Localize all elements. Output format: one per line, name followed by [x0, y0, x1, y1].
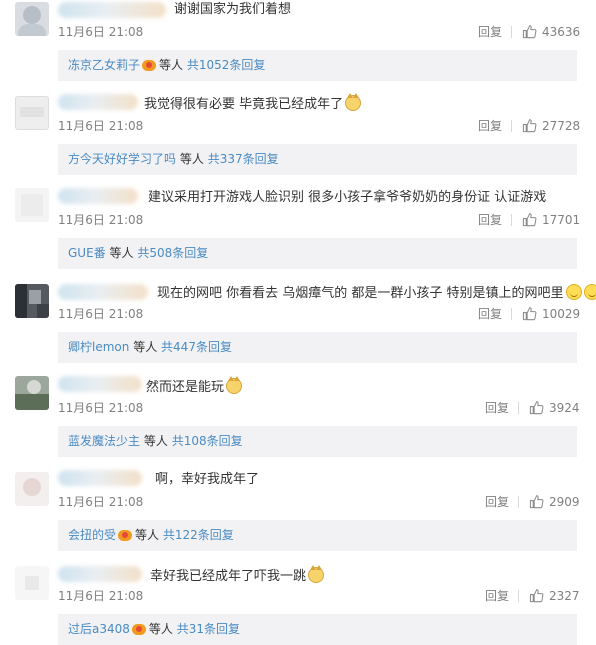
- sub-replies-bar[interactable]: 卿柠lemon 等人 共447条回复: [58, 332, 577, 363]
- comment-text: 谢谢国家为我们着想: [174, 2, 292, 17]
- others-label: 等人: [143, 434, 168, 448]
- sub-reply-user[interactable]: 会扭的受: [68, 528, 116, 542]
- username-blurred[interactable]: [58, 376, 142, 392]
- avatar[interactable]: [15, 376, 49, 410]
- sub-replies-bar[interactable]: 方今天好好学习了吗 等人 共337条回复: [58, 144, 577, 175]
- thumbs-up-icon[interactable]: [522, 212, 537, 227]
- sub-reply-user[interactable]: 方今天好好学习了吗: [68, 152, 176, 166]
- sub-replies-bar[interactable]: 过后a3408 等人 共31条回复: [58, 614, 577, 645]
- cat-face-icon: [308, 565, 325, 583]
- comment-item: 啊，幸好我成年了 11月6日 21:08 回复 2909 会扭的受 等人 共122…: [0, 470, 596, 564]
- comment-item: 谢谢国家为我们着想 11月6日 21:08 回复 43636 冻京乙女莉子 等人 …: [0, 0, 596, 94]
- like-count: 17701: [542, 213, 581, 227]
- reply-button[interactable]: 回复: [478, 25, 502, 39]
- thumbs-up-icon[interactable]: [522, 306, 537, 321]
- avatar[interactable]: [15, 2, 49, 36]
- sub-reply-user[interactable]: 卿柠lemon: [68, 340, 129, 354]
- comment-time: 11月6日 21:08: [58, 495, 144, 509]
- comment-time: 11月6日 21:08: [58, 589, 144, 603]
- sub-replies-bar[interactable]: 蓝发魔法少主 等人 共108条回复: [58, 426, 577, 457]
- cat-face-icon: [226, 376, 243, 394]
- sub-reply-total[interactable]: 共108条回复: [172, 434, 243, 448]
- username-blurred[interactable]: [58, 566, 142, 582]
- others-label: 等人: [179, 152, 204, 166]
- like-count: 10029: [542, 307, 581, 321]
- avatar[interactable]: [15, 96, 49, 130]
- comment-item: 我觉得很有必要 毕竟我已经成年了 11月6日 21:08 回复 27728 方今…: [0, 93, 596, 188]
- reply-button[interactable]: 回复: [478, 307, 502, 321]
- others-label: 等人: [148, 622, 173, 636]
- reply-button[interactable]: 回复: [485, 401, 509, 415]
- sub-replies-bar[interactable]: 会扭的受 等人 共122条回复: [58, 520, 577, 551]
- cat-face-icon: [345, 93, 362, 111]
- avatar[interactable]: [15, 188, 49, 222]
- sub-replies-bar[interactable]: 冻京乙女莉子 等人 共1052条回复: [58, 50, 577, 81]
- comment-item: 然而还是能玩 11月6日 21:08 回复 3924 蓝发魔法少主 等人 共10…: [0, 376, 596, 470]
- avatar[interactable]: [15, 566, 49, 600]
- comment-item: 现在的网吧 你看看去 乌烟瘴气的 都是一群小孩子 特别是镇上的网吧里 11月6日…: [0, 282, 596, 376]
- like-count: 2327: [549, 589, 580, 603]
- username-blurred[interactable]: [58, 470, 142, 486]
- comment-item: 建议采用打开游戏人脸识别 很多小孩子拿爷爷奶奶的身份证 认证游戏 11月6日 2…: [0, 188, 596, 282]
- comment-time: 11月6日 21:08: [58, 25, 144, 39]
- divider: [511, 214, 512, 226]
- reply-button[interactable]: 回复: [478, 213, 502, 227]
- avatar[interactable]: [15, 472, 49, 506]
- reply-button[interactable]: 回复: [485, 495, 509, 509]
- sub-reply-total[interactable]: 共508条回复: [137, 246, 208, 260]
- sub-reply-user[interactable]: GUE番: [68, 246, 106, 260]
- divider: [518, 496, 519, 508]
- username-blurred[interactable]: [58, 2, 166, 18]
- thumbs-up-icon[interactable]: [529, 400, 544, 415]
- comment-text: 幸好我已经成年了吓我一跳: [150, 565, 325, 585]
- username-blurred[interactable]: [58, 94, 138, 110]
- smile-icon: [583, 284, 596, 300]
- sub-reply-total[interactable]: 共31条回复: [177, 622, 240, 636]
- like-count: 2909: [549, 495, 580, 509]
- others-label: 等人: [109, 246, 134, 260]
- like-count: 43636: [542, 25, 581, 39]
- like-count: 27728: [542, 119, 581, 133]
- reply-button[interactable]: 回复: [478, 119, 502, 133]
- comment-text: 建议采用打开游戏人脸识别 很多小孩子拿爷爷奶奶的身份证 认证游戏: [148, 190, 547, 205]
- comment-text: 现在的网吧 你看看去 乌烟瘴气的 都是一群小孩子 特别是镇上的网吧里: [157, 284, 596, 302]
- thumbs-up-icon[interactable]: [529, 588, 544, 603]
- sub-reply-total[interactable]: 共337条回复: [208, 152, 279, 166]
- like-count: 3924: [549, 401, 580, 415]
- divider: [511, 308, 512, 320]
- sub-reply-total[interactable]: 共1052条回复: [187, 58, 266, 72]
- comment-time: 11月6日 21:08: [58, 401, 144, 415]
- sub-reply-total[interactable]: 共447条回复: [161, 340, 232, 354]
- comment-time: 11月6日 21:08: [58, 119, 144, 133]
- comment-item: 幸好我已经成年了吓我一跳 11月6日 21:08 回复 2327 过后a3408…: [0, 564, 596, 645]
- smile-icon: [565, 284, 582, 300]
- comment-text: 然而还是能玩: [146, 376, 243, 396]
- sub-reply-user[interactable]: 蓝发魔法少主: [68, 434, 140, 448]
- sub-reply-user[interactable]: 过后a3408: [68, 622, 130, 636]
- divider: [518, 402, 519, 414]
- others-label: 等人: [133, 340, 158, 354]
- username-blurred[interactable]: [58, 188, 138, 204]
- comment-text: 啊，幸好我成年了: [155, 472, 260, 487]
- username-blurred[interactable]: [58, 284, 148, 300]
- thumbs-up-icon[interactable]: [522, 24, 537, 39]
- sub-reply-user[interactable]: 冻京乙女莉子: [68, 58, 140, 72]
- comment-time: 11月6日 21:08: [58, 307, 144, 321]
- reply-button[interactable]: 回复: [485, 589, 509, 603]
- member-badge-icon: [131, 622, 146, 635]
- divider: [511, 120, 512, 132]
- member-badge-icon: [118, 528, 133, 541]
- thumbs-up-icon[interactable]: [522, 118, 537, 133]
- comment-text: 我觉得很有必要 毕竟我已经成年了: [144, 93, 362, 113]
- sub-reply-total[interactable]: 共122条回复: [163, 528, 234, 542]
- divider: [518, 590, 519, 602]
- avatar[interactable]: [15, 284, 49, 318]
- divider: [511, 26, 512, 38]
- sub-replies-bar[interactable]: GUE番 等人 共508条回复: [58, 238, 577, 269]
- others-label: 等人: [159, 58, 184, 72]
- thumbs-up-icon[interactable]: [529, 494, 544, 509]
- comment-time: 11月6日 21:08: [58, 213, 144, 227]
- member-badge-icon: [142, 58, 157, 71]
- others-label: 等人: [135, 528, 160, 542]
